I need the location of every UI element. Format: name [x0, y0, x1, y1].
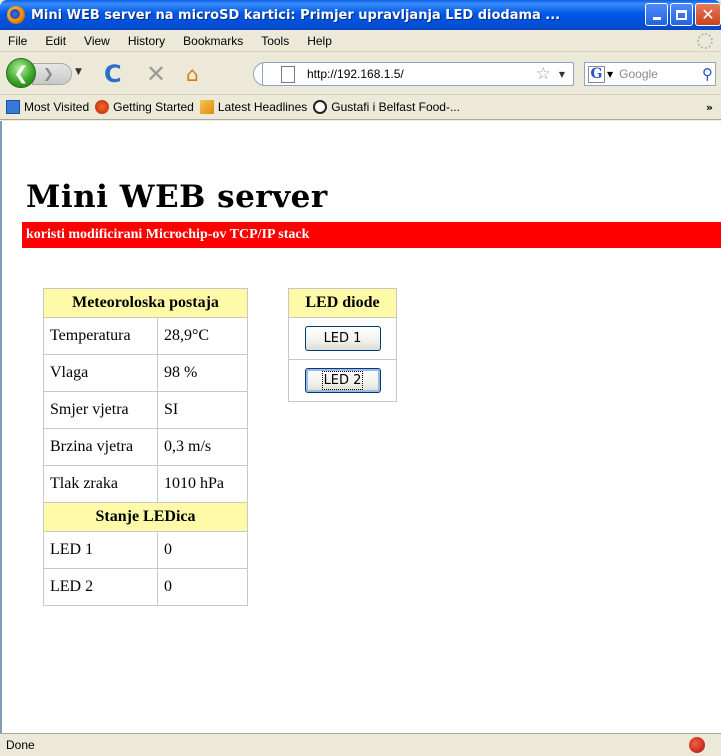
wind-speed-value: 0,3 m/s: [157, 428, 248, 466]
humidity-value: 98 %: [157, 354, 248, 392]
maximize-icon: [676, 9, 687, 20]
history-dropdown-icon[interactable]: ▼: [75, 67, 82, 77]
table-row: Smjer vjetra SI: [43, 391, 248, 429]
bookmark-latest-headlines[interactable]: Latest Headlines: [199, 100, 308, 114]
weather-table-header: Meteoroloska postaja: [43, 288, 248, 318]
url-bar[interactable]: http://192.168.1.5/ ☆ ▼: [262, 62, 574, 86]
home-button[interactable]: ⌂: [186, 62, 199, 86]
reload-button[interactable]: C: [104, 60, 122, 88]
led1-button-label: LED 1: [323, 331, 362, 346]
window-titlebar[interactable]: Mini WEB server na microSD kartici: Prim…: [0, 0, 721, 30]
page-icon: [281, 65, 295, 83]
led-state-header: Stanje LEDica: [43, 502, 248, 532]
bookmark-label: Gustafi i Belfast Food-...: [331, 100, 460, 114]
temperature-value: 28,9°C: [157, 317, 248, 355]
rss-feed-icon: [199, 100, 214, 114]
search-engine-dropdown-icon[interactable]: ▼: [607, 70, 613, 79]
bookmark-label: Most Visited: [24, 100, 90, 114]
led2-state-label: LED 2: [43, 568, 158, 606]
window-title: Mini WEB server na microSD kartici: Prim…: [31, 7, 561, 23]
menu-tools[interactable]: Tools: [257, 34, 293, 48]
led1-button[interactable]: LED 1: [304, 326, 381, 351]
back-arrow-icon: ❮: [13, 62, 29, 84]
led1-state-label: LED 1: [43, 531, 158, 569]
navigation-toolbar: ❯ ❮ ▼ C ✕ ⌂ http://192.168.1.5/ ☆ ▼ G ▼ …: [0, 53, 721, 93]
url-dropdown-icon[interactable]: ▼: [559, 70, 565, 79]
status-bar: Done: [0, 733, 721, 756]
firefox-icon: [7, 6, 25, 24]
maximize-button[interactable]: [670, 3, 693, 26]
menu-view[interactable]: View: [80, 34, 114, 48]
menu-history[interactable]: History: [124, 34, 169, 48]
bookmarks-toolbar: Most Visited Getting Started Latest Head…: [0, 94, 721, 120]
addon-status-icon[interactable]: [689, 737, 705, 753]
table-row: Temperatura 28,9°C: [43, 317, 248, 355]
menu-help[interactable]: Help: [303, 34, 336, 48]
table-row: LED 2 0: [43, 568, 248, 606]
pressure-value: 1010 hPa: [157, 465, 248, 503]
most-visited-icon: [6, 100, 20, 114]
page-title: Mini WEB server: [26, 179, 328, 215]
pressure-label: Tlak zraka: [43, 465, 158, 503]
led-control-table: LED diode LED 1 LED 2: [288, 288, 397, 402]
table-row: Vlaga 98 %: [43, 354, 248, 392]
led-control-header: LED diode: [288, 288, 397, 318]
led2-button[interactable]: LED 2: [304, 368, 381, 393]
led2-state-value: 0: [157, 568, 248, 606]
bookmarks-overflow-icon[interactable]: »: [706, 101, 713, 114]
menu-file[interactable]: File: [4, 34, 31, 48]
forward-button[interactable]: ❯: [32, 63, 72, 85]
bookmark-most-visited[interactable]: Most Visited: [6, 100, 89, 114]
wind-direction-label: Smjer vjetra: [43, 391, 158, 429]
firefox-bookmark-icon: [95, 100, 110, 114]
menu-bookmarks[interactable]: Bookmarks: [179, 34, 247, 48]
table-row: Tlak zraka 1010 hPa: [43, 465, 248, 503]
weather-station-table: Meteoroloska postaja Temperatura 28,9°C …: [43, 288, 248, 606]
bookmark-label: Latest Headlines: [217, 100, 308, 114]
stop-button[interactable]: ✕: [146, 60, 166, 88]
humidity-label: Vlaga: [43, 354, 158, 392]
close-icon: ✕: [701, 4, 715, 24]
menu-bar: File Edit View History Bookmarks Tools H…: [0, 30, 721, 52]
led2-button-label: LED 2: [321, 371, 364, 390]
table-row: Brzina vjetra 0,3 m/s: [43, 428, 248, 466]
back-button[interactable]: ❮: [6, 58, 36, 88]
close-button[interactable]: ✕: [695, 3, 721, 26]
bookmark-label: Getting Started: [113, 100, 194, 114]
search-engine-icon[interactable]: G: [588, 65, 605, 83]
throbber-icon: [697, 33, 713, 49]
wind-direction-value: SI: [157, 391, 248, 429]
minimize-icon: [652, 17, 661, 20]
led1-state-value: 0: [157, 531, 248, 569]
temperature-label: Temperatura: [43, 317, 158, 355]
subtitle-text: koristi modificirani Microchip-ov TCP/IP…: [26, 227, 310, 242]
table-row: LED 1 0: [43, 531, 248, 569]
status-text: Done: [6, 738, 35, 752]
bookmark-getting-started[interactable]: Getting Started: [95, 100, 194, 114]
led2-cell: LED 2: [288, 359, 397, 402]
table-row: LED 2: [288, 359, 397, 402]
led1-cell: LED 1: [288, 317, 397, 360]
subtitle-banner: koristi modificirani Microchip-ov TCP/IP…: [22, 222, 721, 248]
bookmark-gustafi[interactable]: Gustafi i Belfast Food-...: [313, 100, 460, 114]
search-bar[interactable]: G ▼ Google ⚲: [584, 62, 716, 86]
table-row: LED 1: [288, 317, 397, 360]
forward-arrow-icon: ❯: [43, 66, 54, 82]
minimize-button[interactable]: [645, 3, 668, 26]
menu-edit[interactable]: Edit: [41, 34, 70, 48]
search-input[interactable]: Google: [619, 67, 702, 81]
search-icon[interactable]: ⚲: [702, 65, 713, 83]
url-input[interactable]: http://192.168.1.5/: [307, 67, 536, 81]
bookmark-star-icon[interactable]: ☆: [536, 64, 551, 84]
wind-speed-label: Brzina vjetra: [43, 428, 158, 466]
site-favicon-icon: [313, 100, 328, 114]
